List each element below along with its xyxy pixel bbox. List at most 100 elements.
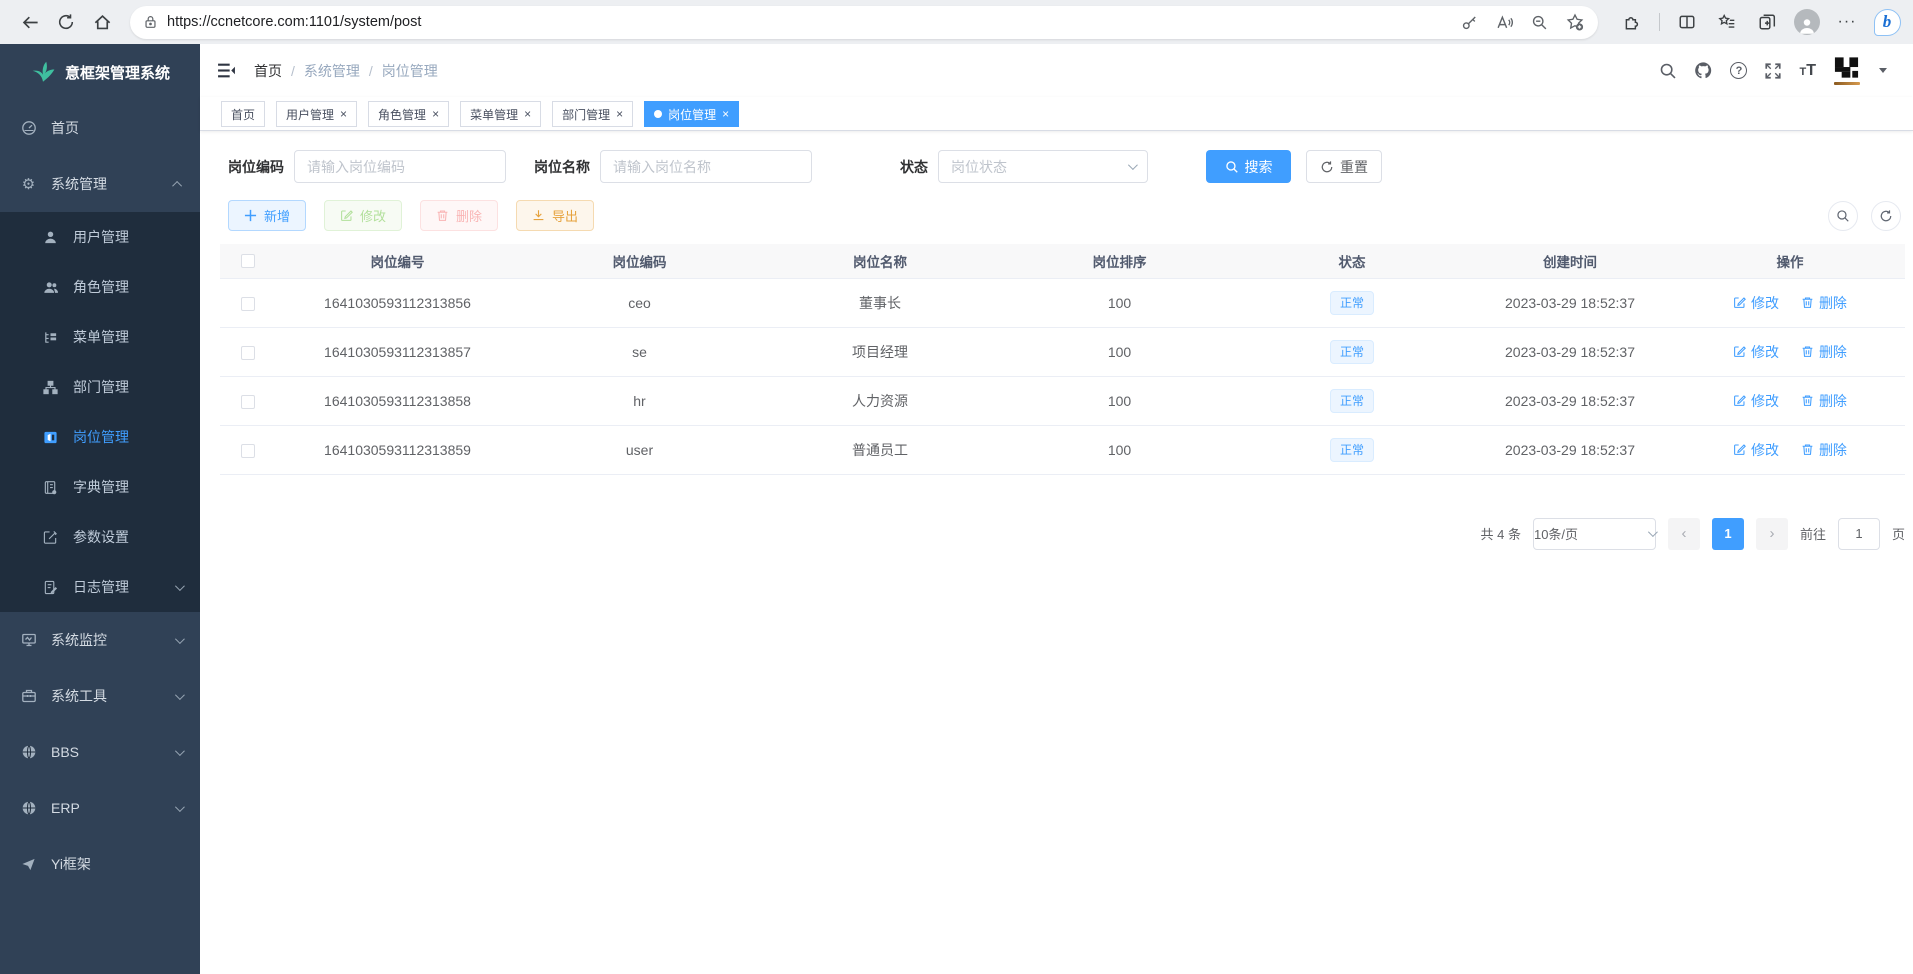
tab-user-mgmt[interactable]: 用户管理 × [276,101,357,127]
row-delete-button[interactable]: 删除 [1801,440,1847,460]
toggle-search-button[interactable] [1828,201,1858,231]
sidebar-item-monitor[interactable]: 系统监控 [0,612,200,668]
tab-post-mgmt[interactable]: 岗位管理 × [644,101,739,127]
status-label: 状态 [900,157,928,177]
cell-post-code: hr [519,376,760,425]
reset-button[interactable]: 重置 [1306,150,1382,183]
refresh-table-button[interactable] [1871,201,1901,231]
row-delete-button[interactable]: 删除 [1801,293,1847,313]
add-favorite-icon[interactable] [1566,13,1584,31]
font-size-icon[interactable]: TT [1799,62,1816,80]
sidebar-item-log-mgmt[interactable]: 日志管理 [0,562,200,612]
search-form: 岗位编码 岗位名称 状态 岗位状态 搜索 [228,150,1905,183]
sidebar-item-tools[interactable]: 系统工具 [0,668,200,724]
tab-label: 用户管理 [286,106,334,123]
sidebar-item-erp[interactable]: ERP [0,780,200,836]
tab-close-icon[interactable]: × [616,108,623,120]
post-badge-icon [42,430,59,445]
col-actions: 操作 [1675,244,1905,278]
sidebar-item-yi-framework[interactable]: Yi框架 [0,836,200,892]
dictionary-icon [42,480,59,495]
avatar-dropdown-caret[interactable] [1879,68,1887,73]
search-button[interactable]: 搜索 [1206,150,1291,183]
prev-page-button[interactable]: ‹ [1668,518,1700,550]
tab-role-mgmt[interactable]: 角色管理 × [368,101,449,127]
sidebar-item-label: 系统监控 [51,630,107,650]
breadcrumb-separator: / [291,63,295,79]
bing-chat-icon[interactable]: b [1871,6,1903,38]
tab-close-icon[interactable]: × [340,108,347,120]
tab-dept-mgmt[interactable]: 部门管理 × [552,101,633,127]
sidebar-item-bbs[interactable]: BBS [0,724,200,780]
tab-close-icon[interactable]: × [722,108,729,120]
row-delete-button[interactable]: 删除 [1801,342,1847,362]
header-search-icon[interactable] [1659,62,1677,80]
tab-close-icon[interactable]: × [524,108,531,120]
edit-button[interactable]: 修改 [324,200,402,231]
fullscreen-icon[interactable] [1764,62,1782,80]
edit-icon [340,209,353,222]
split-screen-icon[interactable] [1671,6,1703,38]
password-key-icon[interactable] [1461,14,1478,31]
sidebar-item-role-mgmt[interactable]: 角色管理 [0,262,200,312]
github-icon[interactable] [1694,61,1713,80]
sidebar-item-dept-mgmt[interactable]: 部门管理 [0,362,200,412]
refresh-icon[interactable] [50,6,82,38]
col-status: 状态 [1239,244,1465,278]
sidebar-item-param-settings[interactable]: 参数设置 [0,512,200,562]
sidebar-collapse-icon[interactable] [215,60,237,82]
user-avatar[interactable] [1833,56,1860,85]
goto-page-input[interactable] [1838,518,1880,550]
sidebar-item-user-mgmt[interactable]: 用户管理 [0,212,200,262]
app-logo[interactable]: 意框架管理系统 [0,44,200,100]
profile-avatar[interactable] [1791,6,1823,38]
collections-icon[interactable] [1711,6,1743,38]
next-page-button[interactable]: › [1756,518,1788,550]
row-edit-button[interactable]: 修改 [1733,293,1779,313]
paper-plane-icon [20,857,37,872]
sidebar-item-home[interactable]: 首页 [0,100,200,156]
table-row: 1641030593112313859 user 普通员工 100 正常 202… [220,425,1905,474]
row-edit-button[interactable]: 修改 [1733,342,1779,362]
sidebar-item-system[interactable]: ⚙ 系统管理 [0,156,200,212]
select-all-checkbox[interactable] [241,254,255,268]
row-edit-button[interactable]: 修改 [1733,440,1779,460]
status-badge: 正常 [1330,438,1374,462]
row-checkbox[interactable] [241,444,255,458]
status-select[interactable]: 岗位状态 [938,150,1148,183]
breadcrumb-home[interactable]: 首页 [254,61,282,81]
row-checkbox[interactable] [241,297,255,311]
address-bar[interactable]: https://ccnetcore.com:1101/system/post [130,6,1598,39]
page-size-select[interactable]: 10条/页 [1533,518,1656,550]
extensions-icon[interactable] [1616,6,1648,38]
browser-menu-icon[interactable]: ··· [1831,6,1863,38]
sidebar-item-post-mgmt[interactable]: 岗位管理 [0,412,200,462]
add-button[interactable]: 新增 [228,200,306,231]
row-edit-button[interactable]: 修改 [1733,391,1779,411]
back-icon[interactable] [14,6,46,38]
row-checkbox[interactable] [241,395,255,409]
url-text[interactable]: https://ccnetcore.com:1101/system/post [167,14,421,30]
tab-stack-add-icon[interactable] [1751,6,1783,38]
tab-menu-mgmt[interactable]: 菜单管理 × [460,101,541,127]
chevron-down-icon [175,634,185,644]
post-code-input[interactable] [294,150,506,183]
system-submenu: 用户管理 角色管理 菜单管理 部门管理 [0,212,200,612]
tab-home[interactable]: 首页 [221,101,265,127]
cell-post-code: user [519,425,760,474]
zoom-out-icon[interactable] [1531,14,1548,31]
sidebar-item-dict-mgmt[interactable]: 字典管理 [0,462,200,512]
delete-button[interactable]: 删除 [420,200,498,231]
read-aloud-icon[interactable] [1496,14,1513,31]
pagination: 共 4 条 10条/页 ‹ 1 › 前往 页 [220,518,1905,550]
tab-label: 岗位管理 [668,106,716,123]
post-name-input[interactable] [600,150,812,183]
home-icon[interactable] [86,6,118,38]
tab-close-icon[interactable]: × [432,108,439,120]
row-checkbox[interactable] [241,346,255,360]
current-page-button[interactable]: 1 [1712,518,1744,550]
help-icon[interactable]: ? [1730,62,1747,79]
export-button[interactable]: 导出 [516,200,594,231]
row-delete-button[interactable]: 删除 [1801,391,1847,411]
sidebar-item-menu-mgmt[interactable]: 菜单管理 [0,312,200,362]
